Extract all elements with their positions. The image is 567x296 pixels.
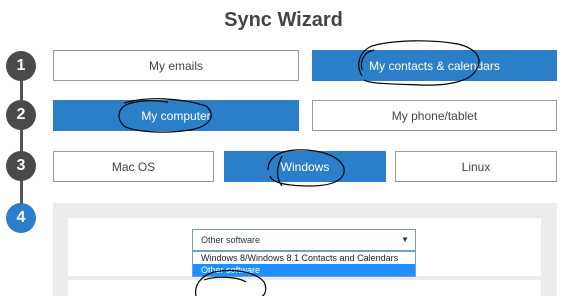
next-card	[68, 280, 541, 296]
my-emails-button[interactable]: My emails	[53, 50, 299, 81]
option-other-software[interactable]: Other software	[193, 264, 415, 276]
chevron-down-icon: ▼	[401, 235, 409, 244]
my-contacts-calendars-button[interactable]: My contacts & calendars	[312, 50, 557, 81]
my-phone-tablet-button[interactable]: My phone/tablet	[312, 100, 557, 131]
step-timeline	[20, 66, 23, 218]
step-2-badge: 2	[6, 100, 36, 130]
software-select[interactable]: Other software ▼	[192, 229, 416, 251]
mac-os-button[interactable]: Mac OS	[53, 151, 214, 182]
software-select-value: Other software	[201, 235, 261, 245]
page-title: Sync Wizard	[224, 9, 343, 31]
option-windows-8-contacts[interactable]: Windows 8/Windows 8.1 Contacts and Calen…	[193, 252, 415, 264]
step-4-badge: 4	[6, 203, 36, 233]
my-computer-button[interactable]: My computer	[53, 100, 299, 131]
linux-button[interactable]: Linux	[395, 151, 557, 182]
step-1-badge: 1	[6, 51, 36, 81]
windows-button[interactable]: Windows	[224, 151, 386, 182]
software-dropdown-list: Windows 8/Windows 8.1 Contacts and Calen…	[192, 251, 416, 277]
step-3-badge: 3	[6, 151, 36, 181]
